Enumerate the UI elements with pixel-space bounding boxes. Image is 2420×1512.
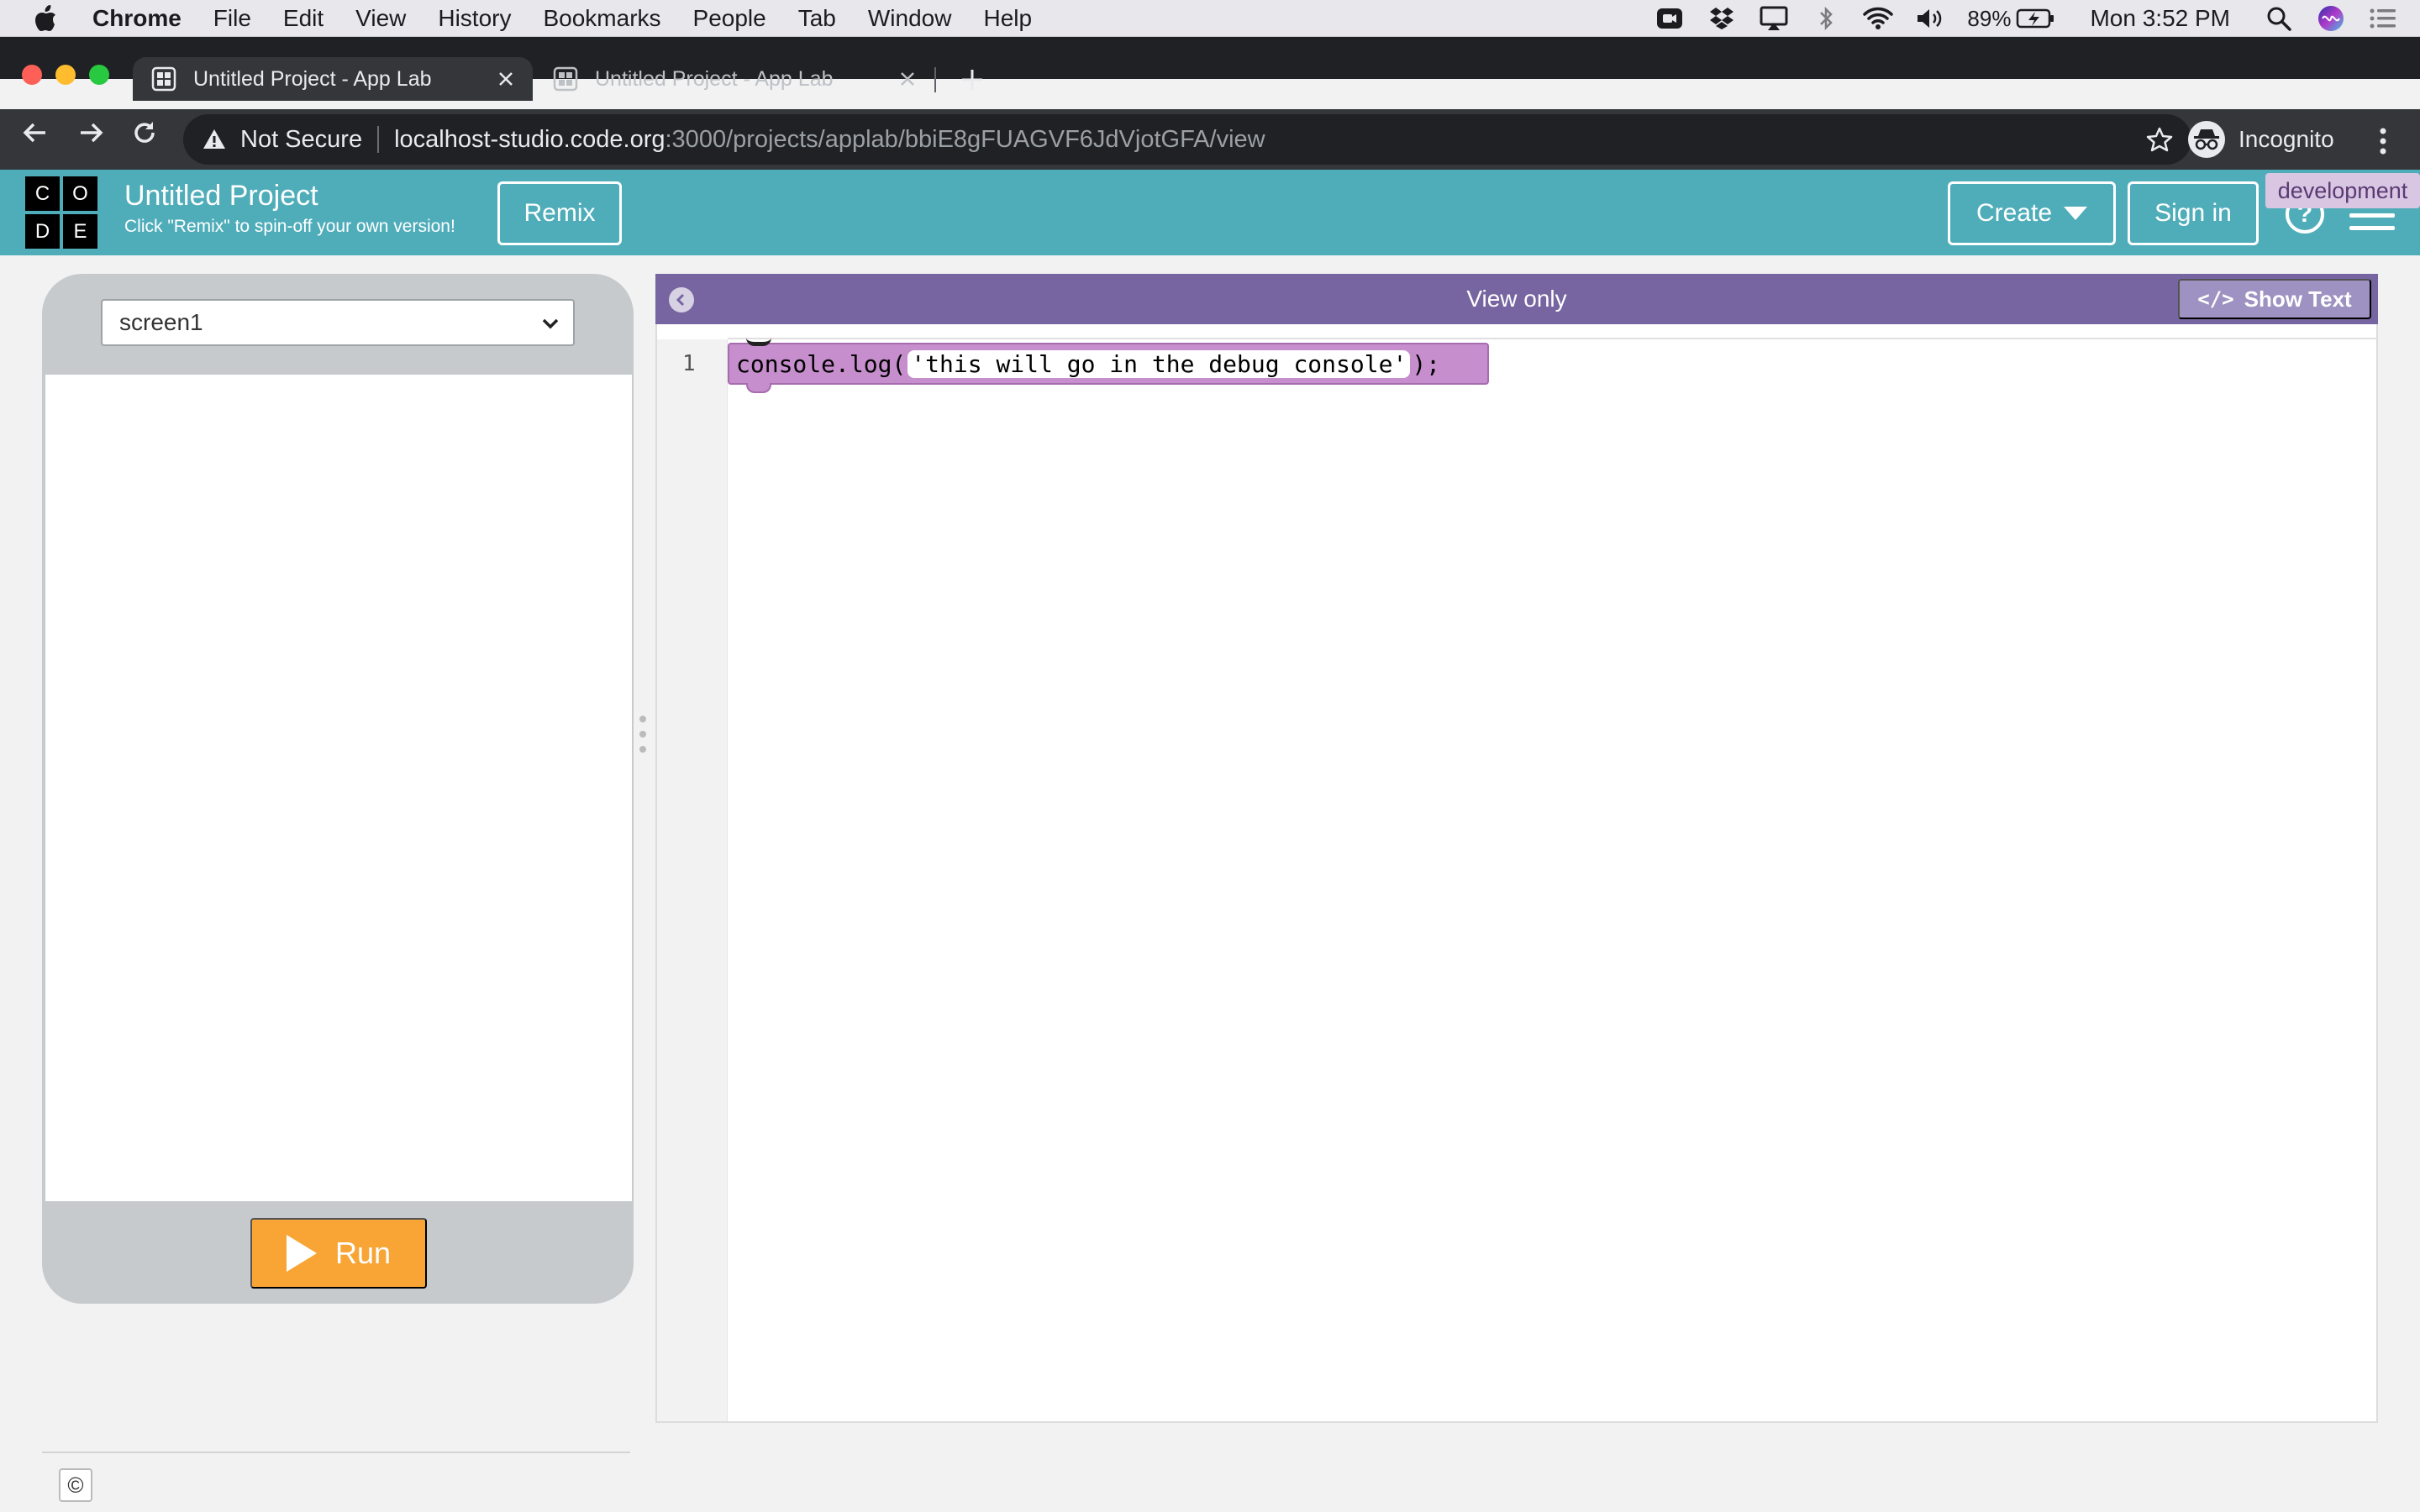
remix-button[interactable]: Remix bbox=[497, 181, 622, 245]
menu-help[interactable]: Help bbox=[983, 5, 1032, 32]
copyright-glyph: © bbox=[67, 1472, 84, 1498]
logo-letter: E bbox=[63, 214, 97, 249]
code-editor[interactable] bbox=[655, 324, 2378, 1423]
security-status[interactable]: Not Secure bbox=[240, 126, 362, 154]
remix-label: Remix bbox=[523, 199, 596, 227]
window-close-button[interactable] bbox=[22, 65, 42, 85]
chevron-down-icon bbox=[539, 312, 561, 334]
applab-favicon-icon bbox=[151, 66, 176, 92]
line-number-gutter bbox=[657, 339, 728, 1421]
panel-resize-handle[interactable] bbox=[637, 716, 649, 753]
browser-tab-inactive[interactable]: Untitled Project - App Lab bbox=[534, 57, 934, 101]
play-icon bbox=[286, 1235, 317, 1272]
address-separator bbox=[377, 126, 380, 153]
code-function: console.log( bbox=[736, 349, 907, 378]
menu-file[interactable]: File bbox=[213, 5, 251, 32]
run-button[interactable]: Run bbox=[250, 1218, 427, 1289]
code-org-logo[interactable]: C O D E bbox=[25, 176, 97, 249]
url-host: localhost-studio.code.org bbox=[394, 125, 666, 153]
tab-title: Untitled Project - App Lab bbox=[595, 66, 834, 91]
editor-top-strip bbox=[728, 326, 2376, 339]
address-bar[interactable]: Not Secure localhost-studio.code.org :30… bbox=[183, 114, 2191, 165]
window-minimize-button[interactable] bbox=[55, 65, 76, 85]
applab-favicon-icon bbox=[553, 66, 578, 92]
tab-title: Untitled Project - App Lab bbox=[193, 66, 432, 91]
create-label: Create bbox=[1975, 199, 2053, 227]
screen-selected-value: screen1 bbox=[119, 309, 203, 335]
menu-tab[interactable]: Tab bbox=[798, 5, 836, 32]
code-icon: </> bbox=[2197, 287, 2234, 311]
incognito-indicator[interactable]: Incognito bbox=[2188, 118, 2334, 161]
create-dropdown-button[interactable]: Create bbox=[1948, 181, 2116, 245]
menu-app-name[interactable]: Chrome bbox=[92, 5, 182, 32]
footer-divider bbox=[42, 1452, 630, 1453]
block-tab bbox=[746, 383, 771, 393]
show-text-label: Show Text bbox=[2244, 286, 2352, 312]
wifi-icon[interactable] bbox=[1863, 6, 1894, 31]
project-title: Untitled Project bbox=[124, 180, 318, 212]
volume-icon[interactable] bbox=[1915, 6, 1945, 31]
bookmark-star-icon[interactable] bbox=[2146, 126, 2173, 153]
menubar-clock[interactable]: Mon 3:52 PM bbox=[2090, 5, 2230, 32]
warning-icon[interactable] bbox=[202, 127, 227, 152]
video-camera-icon[interactable] bbox=[1655, 6, 1685, 31]
browser-menu-icon[interactable] bbox=[2373, 124, 2393, 158]
forward-icon[interactable] bbox=[76, 118, 106, 148]
window-zoom-button[interactable] bbox=[89, 65, 109, 85]
apple-menu-icon[interactable] bbox=[34, 4, 59, 33]
logo-letter: C bbox=[25, 176, 60, 211]
reload-icon[interactable] bbox=[129, 118, 160, 148]
run-label: Run bbox=[334, 1236, 392, 1270]
code-string-arg[interactable]: 'this will go in the debug console' bbox=[908, 349, 1411, 378]
menu-bookmarks[interactable]: Bookmarks bbox=[543, 5, 660, 32]
screen-selector-dropdown[interactable]: screen1 bbox=[101, 299, 575, 346]
menu-history[interactable]: History bbox=[438, 5, 511, 32]
logo-letter: D bbox=[25, 214, 60, 249]
incognito-icon bbox=[2188, 121, 2225, 158]
environment-badge: development bbox=[2265, 173, 2420, 208]
back-icon[interactable] bbox=[20, 118, 50, 148]
workspace-header: View only </> Show Text bbox=[655, 274, 2378, 324]
menu-edit[interactable]: Edit bbox=[283, 5, 324, 32]
menu-people[interactable]: People bbox=[693, 5, 766, 32]
macos-menu-bar: Chrome File Edit View History Bookmarks … bbox=[0, 0, 2420, 37]
app-display-screen[interactable] bbox=[45, 375, 632, 1201]
dropbox-icon[interactable] bbox=[1707, 6, 1737, 31]
notification-center-icon[interactable] bbox=[2368, 6, 2398, 31]
tab-close-icon[interactable] bbox=[494, 67, 518, 91]
console-log-block[interactable]: console.log('this will go in the debug c… bbox=[728, 342, 1489, 393]
project-subtitle: Click "Remix" to spin-off your own versi… bbox=[124, 217, 455, 236]
block-notch bbox=[746, 338, 771, 346]
battery-charging-icon[interactable] bbox=[2016, 6, 2056, 31]
bluetooth-icon[interactable] bbox=[1811, 6, 1841, 31]
spotlight-search-icon[interactable] bbox=[2264, 6, 2294, 31]
tab-close-icon[interactable] bbox=[896, 67, 919, 91]
battery-percent: 89% bbox=[1967, 5, 2012, 31]
airplay-icon[interactable] bbox=[1759, 6, 1789, 31]
workspace-title: View only bbox=[1466, 286, 1567, 312]
incognito-label: Incognito bbox=[2238, 126, 2334, 152]
new-tab-icon[interactable] bbox=[960, 67, 985, 92]
menu-view[interactable]: View bbox=[355, 5, 406, 32]
collapse-arrow-icon[interactable] bbox=[669, 287, 694, 312]
sign-in-button[interactable]: Sign in bbox=[2128, 181, 2259, 245]
url-path: :3000/projects/applab/bbiE8gFUAGVF6JdVjo… bbox=[665, 125, 1265, 153]
siri-icon[interactable] bbox=[2316, 6, 2346, 31]
show-text-button[interactable]: </> Show Text bbox=[2178, 279, 2371, 319]
sign-in-label: Sign in bbox=[2154, 199, 2232, 227]
menu-window[interactable]: Window bbox=[868, 5, 952, 32]
caret-down-icon bbox=[2064, 207, 2088, 220]
browser-tab-active[interactable]: Untitled Project - App Lab bbox=[133, 57, 533, 101]
copyright-icon[interactable]: © bbox=[59, 1468, 92, 1502]
tab-separator bbox=[934, 67, 936, 92]
code-suffix: ); bbox=[1412, 349, 1441, 378]
line-number: 1 bbox=[682, 351, 696, 376]
logo-letter: O bbox=[63, 176, 97, 211]
